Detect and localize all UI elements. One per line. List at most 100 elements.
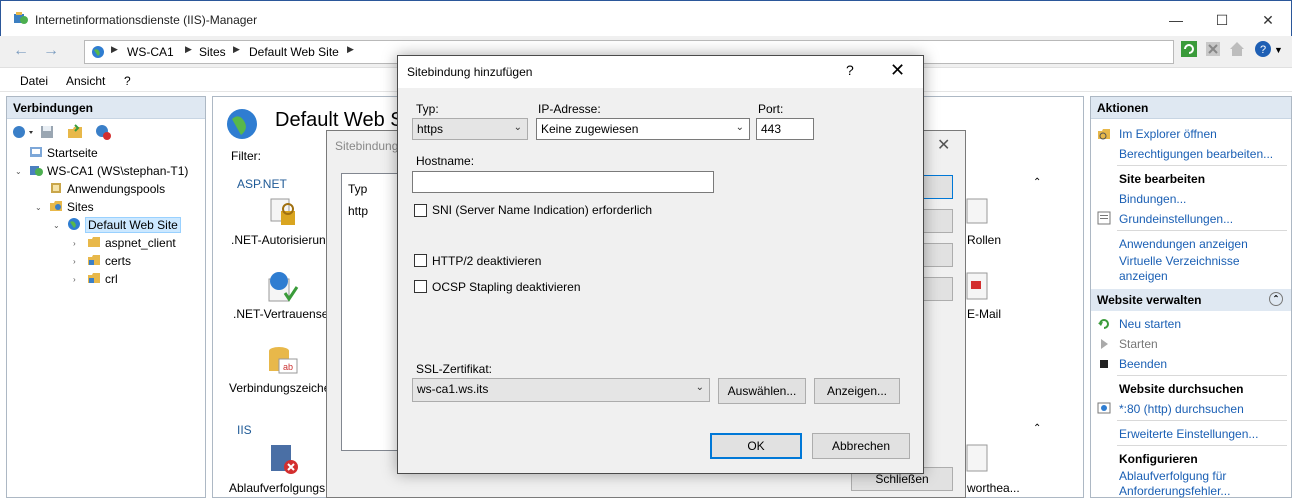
back-button[interactable]: ← xyxy=(8,40,34,64)
expand-chevron-icon[interactable]: › xyxy=(73,257,76,266)
svg-text:?: ? xyxy=(1260,44,1266,56)
action-view-applications[interactable]: Anwendungen anzeigen xyxy=(1119,237,1248,251)
breadcrumb-sites[interactable]: Sites xyxy=(199,45,226,59)
group-header-iis[interactable]: IIS xyxy=(237,423,252,437)
tree-item-default-web-site[interactable]: Default Web Site xyxy=(67,217,181,233)
close-icon[interactable]: ✕ xyxy=(937,135,950,155)
port-input[interactable]: 443 xyxy=(756,118,814,140)
tree-item-certs[interactable]: certs xyxy=(87,253,131,268)
tree-item-apppools[interactable]: Anwendungspools xyxy=(49,181,165,196)
type-select[interactable]: https ⌄ xyxy=(412,118,528,140)
close-window-button[interactable]: ✕ xyxy=(1245,5,1291,35)
action-view-virtual-directories[interactable]: Virtuelle Verzeichnisse xyxy=(1119,254,1240,268)
ocsp-label[interactable]: OCSP Stapling deaktivieren xyxy=(432,280,581,294)
feature-smtp-email[interactable]: E-Mail xyxy=(967,307,1001,321)
action-basic-settings[interactable]: Grundeinstellungen... xyxy=(1119,212,1233,226)
action-browse-80[interactable]: *:80 (http) durchsuchen xyxy=(1119,402,1244,416)
feature-net-trust-levels[interactable]: .NET-Vertrauense xyxy=(233,307,328,321)
tree-item-server[interactable]: WS-CA1 (WS\stephan-T1) xyxy=(29,163,188,178)
ok-button[interactable]: OK xyxy=(710,433,802,459)
collapse-group-icon[interactable]: ⌃ xyxy=(1033,177,1041,188)
window-titlebar: Internetinformationsdienste (IIS)-Manage… xyxy=(0,0,1292,36)
help-dropdown-icon[interactable]: ▼ xyxy=(1274,45,1283,55)
ocsp-checkbox[interactable] xyxy=(414,280,427,293)
refresh-icon[interactable] xyxy=(1180,40,1198,58)
action-explore[interactable]: Im Explorer öffnen xyxy=(1119,127,1217,141)
collapse-chevron-icon[interactable]: ⌄ xyxy=(15,167,22,176)
action-advanced-settings[interactable]: Erweiterte Einstellungen... xyxy=(1119,427,1258,441)
column-header-type[interactable]: Typ xyxy=(348,182,367,196)
ssl-certificate-select[interactable]: ws-ca1.ws.its ⌄ xyxy=(412,378,710,402)
breadcrumb-separator-icon: ▶ xyxy=(111,44,118,54)
start-icon xyxy=(1101,339,1108,349)
feature-connection-strings[interactable]: Verbindungszeiche xyxy=(229,381,330,395)
expand-chevron-icon[interactable]: › xyxy=(73,239,76,248)
action-bindings[interactable]: Bindungen... xyxy=(1119,192,1186,206)
default-document-icon[interactable] xyxy=(961,441,997,477)
svg-text:ab: ab xyxy=(283,362,293,372)
collapse-group-icon[interactable]: ⌃ xyxy=(1033,423,1041,434)
breadcrumb-server[interactable]: WS-CA1 xyxy=(127,45,174,59)
expand-chevron-icon[interactable]: › xyxy=(73,275,76,284)
tree-item-start[interactable]: Startseite xyxy=(29,145,98,160)
trust-levels-icon[interactable] xyxy=(265,269,301,305)
help-icon[interactable]: ? xyxy=(1254,40,1272,58)
collapse-section-icon[interactable]: ⌃ xyxy=(1269,292,1283,306)
dialog-help-button[interactable]: ? xyxy=(846,62,854,78)
action-failed-request-tracing[interactable]: Ablaufverfolgung für xyxy=(1119,469,1226,483)
feature-failed-request-tracing[interactable]: Ablaufverfolgungs xyxy=(229,481,325,495)
select-certificate-button[interactable]: Auswählen... xyxy=(718,378,806,404)
section-manage-website[interactable]: Website verwalten ⌃ xyxy=(1091,289,1291,311)
binding-row-type[interactable]: http xyxy=(348,204,368,218)
feature-net-authorization[interactable]: .NET-Autorisierun xyxy=(231,233,326,247)
sni-checkbox[interactable] xyxy=(414,204,427,217)
home-icon[interactable] xyxy=(1228,40,1246,58)
action-restart[interactable]: Neu starten xyxy=(1119,317,1181,331)
disconnect-icon[interactable] xyxy=(95,123,113,141)
menu-help[interactable]: ? xyxy=(124,74,131,88)
smtp-email-icon[interactable] xyxy=(961,269,997,305)
collapse-chevron-icon[interactable]: ⌄ xyxy=(35,203,42,212)
http2-label[interactable]: HTTP/2 deaktivieren xyxy=(432,254,541,268)
authorization-icon[interactable] xyxy=(265,195,301,231)
breadcrumb-site[interactable]: Default Web Site xyxy=(249,45,339,59)
start-page-icon xyxy=(30,147,42,157)
ssl-certificate-label: SSL-Zertifikat: xyxy=(416,362,493,376)
menu-file[interactable]: Datei xyxy=(20,74,48,88)
tree-item-aspnet-client[interactable]: aspnet_client xyxy=(87,235,176,250)
action-section-edit-site: Site bearbeiten xyxy=(1119,172,1206,186)
separator xyxy=(1117,445,1287,446)
view-certificate-button[interactable]: Anzeigen... xyxy=(814,378,900,404)
minimize-button[interactable]: — xyxy=(1153,5,1199,35)
stop-icon[interactable] xyxy=(1204,40,1222,58)
dialog-close-icon[interactable]: ✕ xyxy=(890,60,905,81)
action-failed-request-tracing-cont[interactable]: Anforderungsfehler... xyxy=(1119,484,1230,498)
ip-address-select[interactable]: Keine zugewiesen ⌄ xyxy=(536,118,750,140)
tree-item-crl[interactable]: crl xyxy=(87,271,118,286)
collapse-chevron-icon[interactable]: ⌄ xyxy=(53,221,60,230)
group-header-aspnet[interactable]: ASP.NET xyxy=(237,177,287,191)
hostname-input[interactable] xyxy=(412,171,714,193)
feature-roles[interactable]: Rollen xyxy=(967,233,1001,247)
app-pools-icon xyxy=(51,183,61,193)
cancel-button[interactable]: Abbrechen xyxy=(812,433,910,459)
open-folder-icon[interactable] xyxy=(67,123,83,141)
http2-checkbox[interactable] xyxy=(414,254,427,267)
action-stop[interactable]: Beenden xyxy=(1119,357,1167,371)
maximize-button[interactable]: ☐ xyxy=(1199,5,1245,35)
menu-view[interactable]: Ansicht xyxy=(66,74,105,88)
sni-label[interactable]: SNI (Server Name Indication) erforderlic… xyxy=(432,203,652,217)
failed-request-tracing-icon[interactable] xyxy=(265,441,301,477)
dialog-titlebar: Sitebindung hinzufügen ? ✕ xyxy=(398,56,923,88)
action-edit-permissions[interactable]: Berechtigungen bearbeiten... xyxy=(1119,147,1273,161)
connection-strings-icon[interactable]: ab xyxy=(265,343,301,379)
feature-default-document[interactable]: worthea... xyxy=(967,481,1020,495)
roles-icon[interactable] xyxy=(961,193,997,229)
save-icon[interactable] xyxy=(39,123,55,141)
action-view-virtual-directories-cont[interactable]: anzeigen xyxy=(1119,269,1168,283)
action-section-browse: Website durchsuchen xyxy=(1119,382,1244,396)
tree-item-sites[interactable]: Sites xyxy=(49,199,94,214)
iis-app-icon xyxy=(14,12,28,24)
forward-button[interactable]: → xyxy=(38,40,64,64)
connect-icon[interactable] xyxy=(11,123,37,141)
